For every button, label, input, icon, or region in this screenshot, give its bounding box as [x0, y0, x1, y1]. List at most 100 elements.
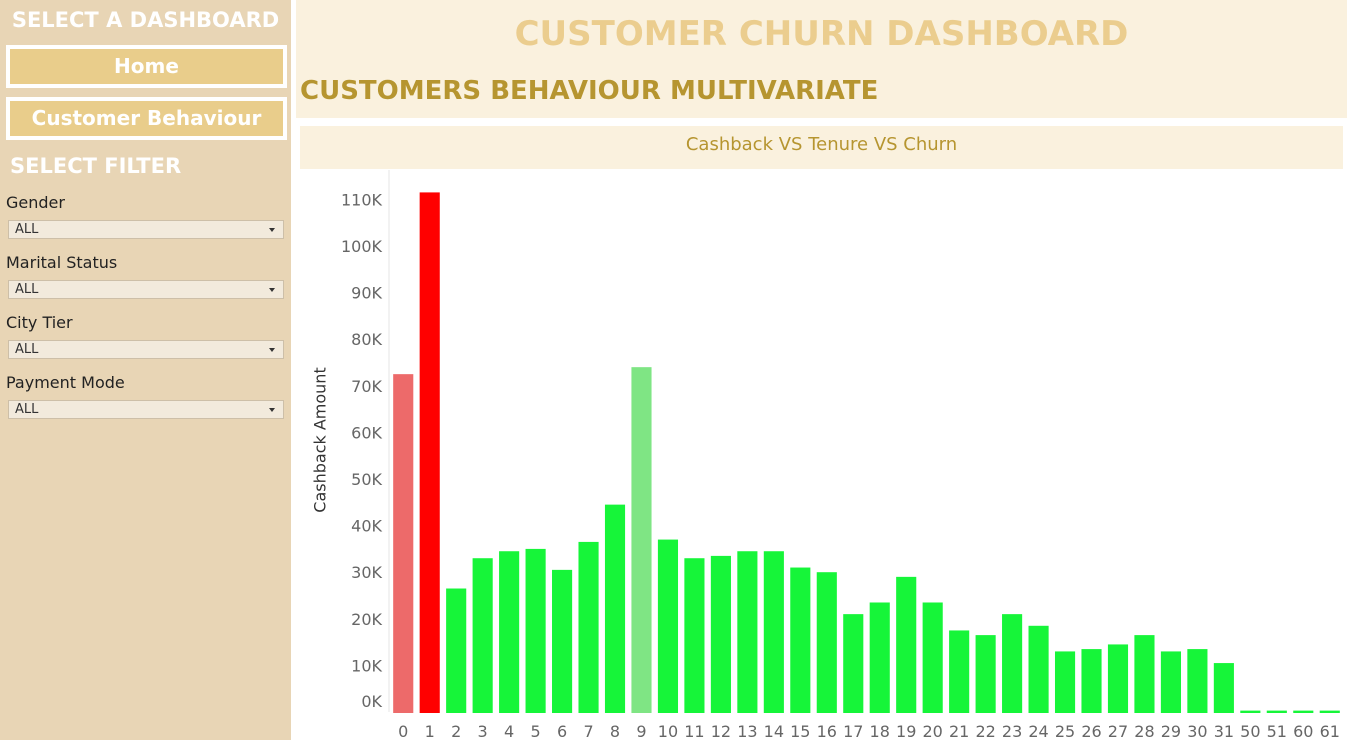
x-tick-label: 60	[1293, 722, 1313, 740]
payment-mode-filter-value: ALL	[15, 402, 39, 417]
x-tick-label: 15	[790, 722, 810, 740]
bar-tenure-29[interactable]	[1160, 651, 1181, 713]
x-tick-label: 2	[451, 722, 461, 740]
x-tick-label: 14	[764, 722, 784, 740]
x-tick-label: 27	[1108, 722, 1128, 740]
bar-tenure-22[interactable]	[975, 635, 996, 713]
home-button[interactable]: Home	[6, 45, 287, 88]
x-tick-label: 0	[398, 722, 408, 740]
chart-title: Cashback VS Tenure VS Churn	[300, 126, 1343, 169]
payment-mode-filter-label: Payment Mode	[6, 373, 125, 392]
bar-tenure-6[interactable]	[552, 569, 573, 713]
x-tick-label: 23	[1002, 722, 1022, 740]
marital-status-filter-label: Marital Status	[6, 253, 118, 272]
city-tier-filter-select[interactable]: ALL	[8, 340, 284, 359]
bar-tenure-31[interactable]	[1213, 663, 1234, 713]
bar-tenure-20[interactable]	[922, 602, 943, 713]
bar-tenure-19[interactable]	[896, 576, 917, 713]
x-tick-label: 10	[658, 722, 678, 740]
x-tick-label: 20	[923, 722, 943, 740]
dashboard-title: CUSTOMER CHURN DASHBOARD	[514, 14, 1129, 54]
main-header: CUSTOMER CHURN DASHBOARD CUSTOMERS BEHAV…	[296, 0, 1347, 118]
gender-filter-label: Gender	[6, 193, 65, 212]
x-tick-label: 61	[1320, 722, 1340, 740]
bar-tenure-1[interactable]	[419, 192, 440, 713]
bar-tenure-28[interactable]	[1134, 635, 1155, 713]
x-tick-label: 31	[1214, 722, 1234, 740]
gender-filter-select[interactable]: ALL	[8, 220, 284, 239]
y-tick-label: 70K	[351, 377, 382, 396]
bar-tenure-0[interactable]	[393, 374, 414, 713]
x-tick-label: 16	[817, 722, 837, 740]
sidebar: SELECT A DASHBOARD Home Customer Behavio…	[0, 0, 291, 740]
x-tick-label: 29	[1161, 722, 1181, 740]
x-tick-label: 1	[425, 722, 435, 740]
bar-tenure-9[interactable]	[631, 367, 652, 713]
bar-tenure-11[interactable]	[684, 558, 705, 713]
city-tier-filter-label: City Tier	[6, 313, 73, 332]
bar-tenure-24[interactable]	[1028, 625, 1049, 713]
y-tick-label: 50K	[351, 470, 382, 489]
x-tick-label: 26	[1081, 722, 1101, 740]
x-tick-label: 51	[1267, 722, 1287, 740]
city-tier-filter-value: ALL	[15, 342, 39, 357]
bar-tenure-21[interactable]	[949, 630, 970, 713]
bar-tenure-15[interactable]	[790, 567, 811, 713]
bar-tenure-12[interactable]	[710, 555, 731, 713]
filter-section-title: SELECT FILTER	[10, 154, 182, 178]
x-tick-label: 9	[636, 722, 646, 740]
x-tick-label: 5	[531, 722, 541, 740]
bar-tenure-2[interactable]	[446, 588, 467, 713]
x-tick-label: 3	[478, 722, 488, 740]
x-tick-label: 19	[896, 722, 916, 740]
bar-tenure-4[interactable]	[499, 551, 520, 713]
y-tick-label: 10K	[351, 656, 382, 675]
bar-tenure-23[interactable]	[1002, 614, 1023, 713]
bar-tenure-25[interactable]	[1054, 651, 1076, 713]
section-title: CUSTOMERS BEHAVIOUR MULTIVARIATE	[300, 76, 879, 106]
bar-tenure-61[interactable]	[1319, 710, 1340, 713]
y-tick-label: 40K	[351, 517, 382, 536]
marital-status-filter-select[interactable]: ALL	[8, 280, 284, 299]
bar-tenure-14[interactable]	[763, 551, 784, 713]
bar-tenure-60[interactable]	[1293, 710, 1314, 713]
bar-tenure-30[interactable]	[1187, 649, 1208, 713]
bar-tenure-5[interactable]	[525, 548, 546, 713]
bar-tenure-7[interactable]	[578, 541, 599, 713]
y-tick-label: 60K	[351, 423, 382, 442]
x-tick-label: 21	[949, 722, 969, 740]
cashback-tenure-churn-chart: 0K10K20K30K40K50K60K70K80K90K100K110K0 1 2…	[341, 170, 1340, 740]
y-tick-label: 20K	[351, 610, 382, 629]
chevron-down-icon	[269, 348, 275, 352]
x-tick-label: 7	[583, 722, 593, 740]
bar-tenure-8[interactable]	[604, 504, 626, 713]
bar-tenure-18[interactable]	[869, 602, 890, 713]
x-tick-label: 6	[557, 722, 567, 740]
bar-tenure-13[interactable]	[737, 551, 758, 713]
bar-tenure-3[interactable]	[472, 558, 493, 713]
x-tick-label: 13	[737, 722, 757, 740]
marital-status-filter-value: ALL	[15, 282, 39, 297]
bar-tenure-27[interactable]	[1107, 644, 1129, 713]
payment-mode-filter-select[interactable]: ALL	[8, 400, 284, 419]
bar-tenure-51[interactable]	[1266, 710, 1287, 713]
bar-tenure-17[interactable]	[843, 614, 864, 713]
x-tick-label: 18	[870, 722, 890, 740]
bar-tenure-26[interactable]	[1081, 649, 1102, 713]
x-tick-label: 22	[975, 722, 995, 740]
x-tick-label: 24	[1028, 722, 1048, 740]
bar-tenure-16[interactable]	[816, 572, 837, 713]
bar-tenure-10[interactable]	[657, 539, 679, 713]
customer-behaviour-button[interactable]: Customer Behaviour	[6, 97, 287, 140]
y-tick-label: 90K	[351, 284, 382, 303]
y-tick-label: 110K	[341, 190, 383, 209]
dashboard-selector-title: SELECT A DASHBOARD	[11, 8, 280, 32]
chevron-down-icon	[269, 228, 275, 232]
x-tick-label: 4	[504, 722, 514, 740]
bar-tenure-50[interactable]	[1240, 710, 1261, 713]
x-tick-label: 12	[711, 722, 731, 740]
y-tick-label: 100K	[341, 237, 383, 256]
x-tick-label: 28	[1134, 722, 1154, 740]
gender-filter-value: ALL	[15, 222, 39, 237]
x-tick-label: 17	[843, 722, 863, 740]
